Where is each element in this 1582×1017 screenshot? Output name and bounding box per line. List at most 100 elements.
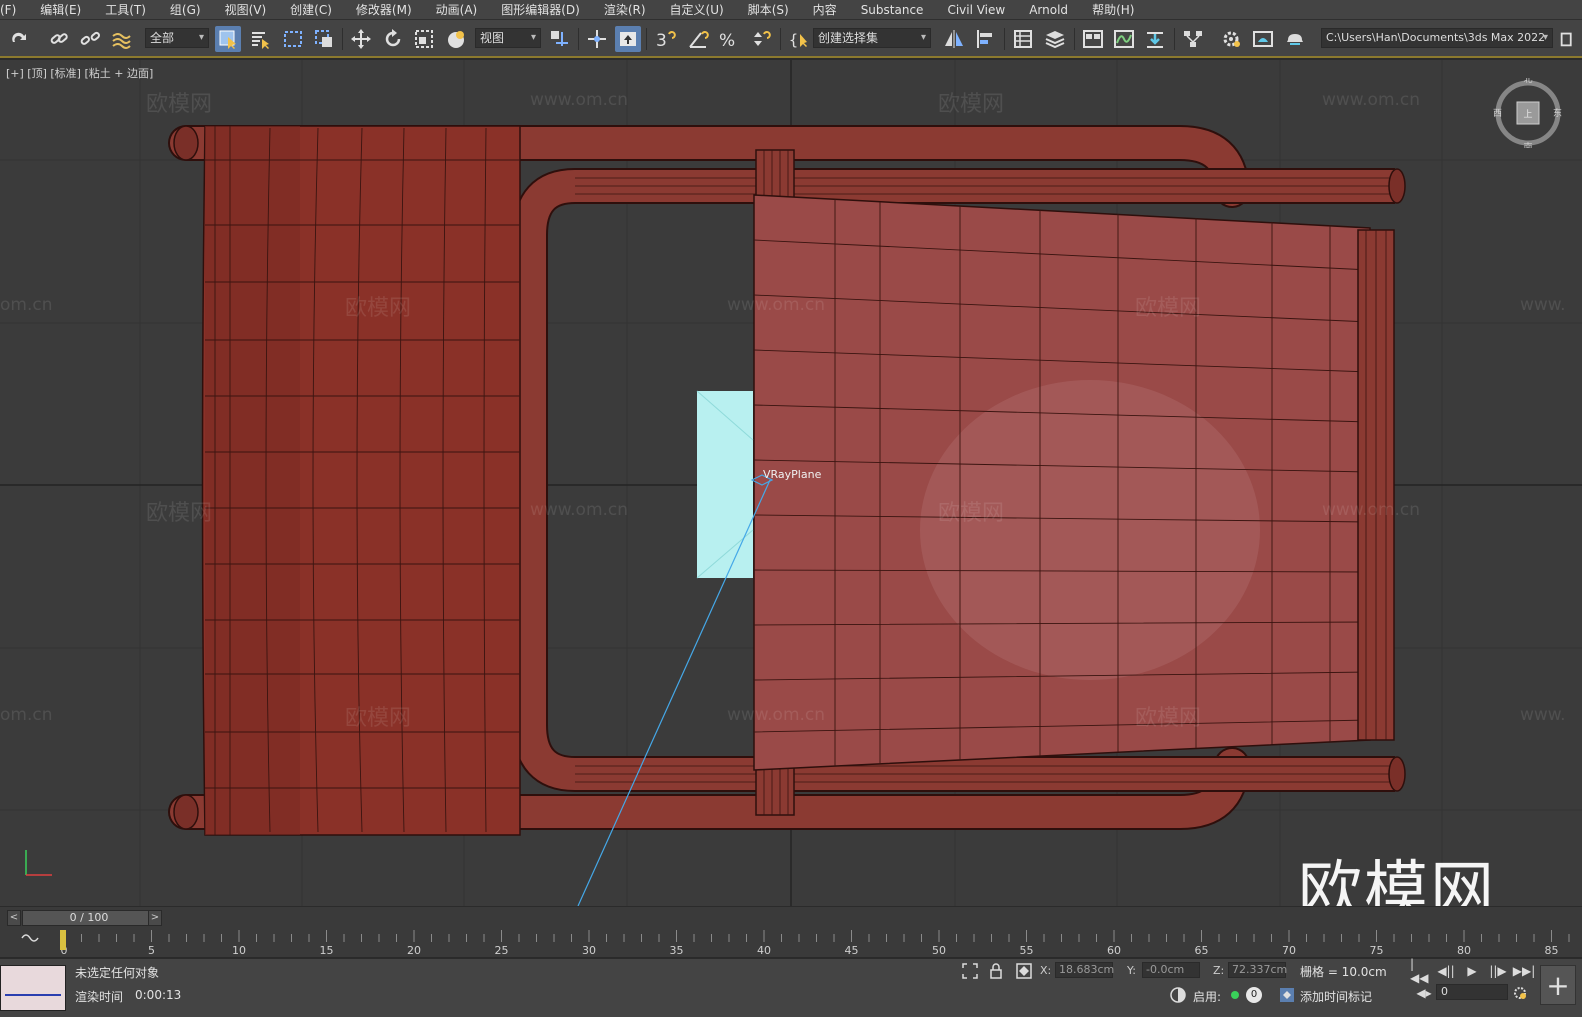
dope-sheet-icon[interactable]	[1142, 26, 1168, 52]
link-icon[interactable]	[46, 26, 72, 52]
prev-frame-icon[interactable]: ◀||	[1436, 961, 1456, 981]
timeline-tick-label: 30	[582, 944, 596, 957]
project-path-dropdown[interactable]: C:\Users\Han\Documents\3ds Max 2022	[1321, 28, 1553, 48]
align-icon[interactable]	[972, 26, 998, 52]
menu-item-5[interactable]: 创建(C)	[278, 0, 344, 20]
key-mode-icon[interactable]: ◀▸	[1414, 983, 1434, 1003]
set-key-button[interactable]: +	[1540, 965, 1576, 1005]
main-toolbar: 全部 视图 3 % {	[0, 20, 1582, 58]
rect-selection-icon[interactable]	[280, 26, 306, 52]
layer-explorer-icon[interactable]	[1042, 26, 1068, 52]
status-bar: 未选定任何对象 渲染时间 0:00:13 X: 18.683cm Y: -0.0…	[0, 957, 1582, 1017]
current-frame-field[interactable]: 0	[1436, 984, 1508, 1000]
place-icon[interactable]	[443, 26, 469, 52]
menu-item-9[interactable]: 渲染(R)	[592, 0, 658, 20]
timeline-tick-label: 75	[1370, 944, 1384, 957]
keyboard-shortcut-icon[interactable]	[615, 26, 641, 52]
named-selection-dropdown[interactable]: 创建选择集	[813, 28, 931, 48]
viewport-label[interactable]: [+] [顶] [标准] [粘土 + 边面]	[6, 65, 153, 81]
maxscript-mini-listener[interactable]	[0, 965, 66, 1011]
enable-count-badge[interactable]: 0	[1246, 987, 1262, 1003]
menu-item-3[interactable]: 组(G)	[158, 0, 213, 20]
lock-icon[interactable]	[986, 961, 1006, 981]
select-object-icon[interactable]	[215, 26, 241, 52]
scene-explorer-icon[interactable]	[1010, 26, 1036, 52]
menu-item-16[interactable]: 帮助(H)	[1080, 0, 1146, 20]
goto-end-icon[interactable]: ▶▶|	[1513, 961, 1536, 981]
move-icon[interactable]	[348, 26, 374, 52]
spinner-snap-icon[interactable]	[747, 26, 773, 52]
rotate-icon[interactable]	[380, 26, 406, 52]
x-coord-field[interactable]: 18.683cm	[1055, 962, 1114, 978]
toggle-ribbon-icon[interactable]	[1080, 26, 1106, 52]
chair-seat	[753, 194, 1371, 771]
snap-3d-icon[interactable]: 3	[652, 26, 678, 52]
timeline-tick-label: 5	[148, 944, 155, 957]
selection-filter-dropdown[interactable]: 全部	[145, 28, 209, 48]
menu-item-8[interactable]: 图形编辑器(D)	[489, 0, 592, 20]
render-production-icon[interactable]	[1282, 26, 1308, 52]
time-slider[interactable]: < 0 / 100 >	[0, 906, 1582, 928]
unlink-icon[interactable]	[77, 26, 103, 52]
menu-item-6[interactable]: 修改器(M)	[344, 0, 424, 20]
curve-editor-icon[interactable]	[1111, 26, 1137, 52]
percent-snap-icon[interactable]: %	[716, 26, 742, 52]
watermark-url: www.	[1520, 705, 1566, 725]
mirror-icon[interactable]	[941, 26, 967, 52]
track-bar[interactable]: 0 5 10 15 20 25 30 35 40 45 50 55 60 65 70 75 80 85	[0, 928, 1582, 958]
schematic-view-icon[interactable]	[1180, 26, 1206, 52]
timeline-tick-label: 70	[1282, 944, 1296, 957]
axis-gizmo	[25, 850, 52, 876]
redo-icon[interactable]	[6, 26, 32, 52]
adaptive-degradation-icon[interactable]	[1168, 985, 1188, 1005]
viewcube[interactable]: 北 南 东 西 上	[1493, 74, 1563, 153]
timeline-tick-label: 80	[1457, 944, 1471, 957]
menu-item-4[interactable]: 视图(V)	[213, 0, 279, 20]
frame-slider-thumb[interactable]: 0 / 100	[22, 910, 156, 926]
isolate-icon[interactable]	[960, 961, 980, 981]
rendered-frame-window-icon[interactable]	[1250, 26, 1276, 52]
goto-start-icon[interactable]: |◀◀	[1410, 957, 1430, 985]
select-manipulate-icon[interactable]	[584, 26, 610, 52]
next-frame-icon[interactable]: ||▶	[1488, 961, 1508, 981]
watermark-url: www.om.cn	[1322, 90, 1421, 110]
menu-item-14[interactable]: Civil View	[935, 0, 1017, 20]
menu-item-7[interactable]: 动画(A)	[424, 0, 490, 20]
window-crossing-icon[interactable]	[311, 26, 337, 52]
render-setup-icon[interactable]	[1218, 26, 1244, 52]
viewcube-south: 南	[1523, 141, 1532, 148]
ref-coord-dropdown[interactable]: 视图	[475, 28, 541, 48]
y-label: Y:	[1127, 964, 1136, 977]
absolute-mode-icon[interactable]	[1014, 961, 1034, 981]
menu-item-11[interactable]: 脚本(S)	[736, 0, 801, 20]
watermark-cn: 欧模网	[345, 706, 412, 731]
top-viewport[interactable]: 欧模网 www.om.cn 欧模网 www.om.cn om.cn 欧模网 ww…	[0, 60, 1582, 906]
menu-item-0[interactable]: (F)	[0, 0, 28, 20]
menu-item-2[interactable]: 工具(T)	[93, 0, 158, 20]
viewcube-north: 北	[1523, 78, 1532, 85]
watermark-cn: 欧模网	[1135, 706, 1202, 731]
angle-snap-icon[interactable]	[685, 26, 711, 52]
pivot-center-icon[interactable]	[546, 26, 572, 52]
edit-named-selection-icon[interactable]: {	[786, 26, 812, 52]
prev-frame-arrow[interactable]: <	[7, 910, 21, 926]
project-folder-icon[interactable]	[1558, 26, 1578, 52]
y-coord-field[interactable]: -0.0cm	[1142, 962, 1200, 978]
add-time-tag[interactable]: 添加时间标记	[1300, 988, 1372, 1005]
next-frame-arrow[interactable]: >	[148, 910, 162, 926]
menu-item-10[interactable]: 自定义(U)	[658, 0, 736, 20]
menu-item-1[interactable]: 编辑(E)	[28, 0, 93, 20]
watermark-url: www.om.cn	[530, 500, 629, 520]
time-tag-icon[interactable]	[1277, 985, 1297, 1005]
play-icon[interactable]: ▶	[1462, 961, 1482, 981]
watermark-cn: 欧模网	[1135, 296, 1202, 321]
menu-item-13[interactable]: Substance	[849, 0, 936, 20]
time-config-icon[interactable]	[1510, 983, 1530, 1003]
timeline-tick-label: 35	[670, 944, 684, 957]
select-by-name-icon[interactable]	[247, 26, 273, 52]
bind-spacewarp-icon[interactable]	[108, 26, 134, 52]
menu-item-15[interactable]: Arnold	[1017, 0, 1080, 20]
menu-item-12[interactable]: 内容	[801, 0, 849, 20]
scale-icon[interactable]	[411, 26, 437, 52]
z-coord-field[interactable]: 72.337cm	[1228, 962, 1287, 978]
